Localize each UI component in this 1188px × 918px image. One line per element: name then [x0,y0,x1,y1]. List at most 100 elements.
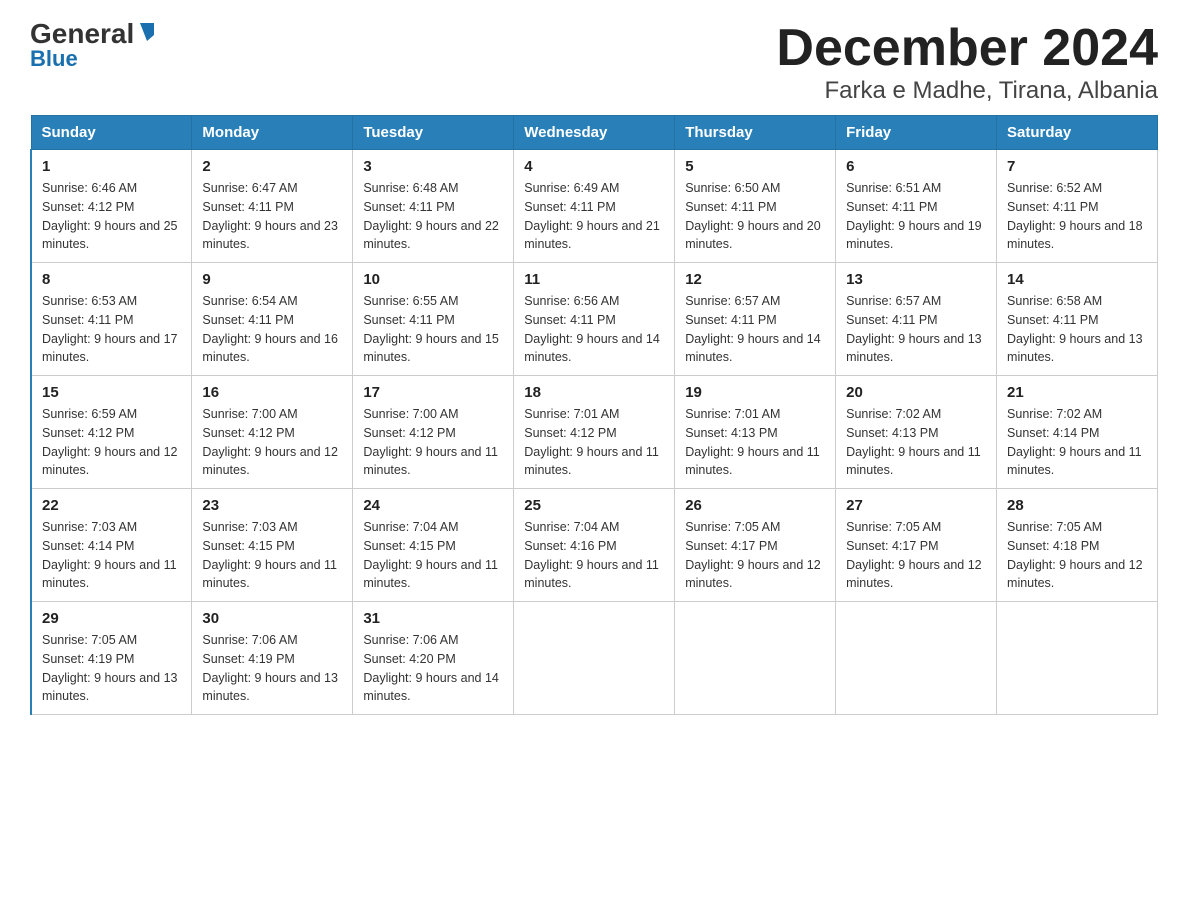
calendar-week-row: 1 Sunrise: 6:46 AM Sunset: 4:12 PM Dayli… [31,150,1158,263]
day-number: 21 [1007,384,1147,401]
day-info: Sunrise: 6:51 AM Sunset: 4:11 PM Dayligh… [846,179,986,254]
header-friday: Friday [836,116,997,150]
day-info: Sunrise: 6:57 AM Sunset: 4:11 PM Dayligh… [846,292,986,367]
day-number: 11 [524,271,664,288]
day-number: 28 [1007,497,1147,514]
day-info: Sunrise: 7:04 AM Sunset: 4:15 PM Dayligh… [363,518,503,593]
calendar-cell: 8 Sunrise: 6:53 AM Sunset: 4:11 PM Dayli… [31,263,192,376]
day-number: 3 [363,158,503,175]
calendar-cell: 11 Sunrise: 6:56 AM Sunset: 4:11 PM Dayl… [514,263,675,376]
calendar-cell: 22 Sunrise: 7:03 AM Sunset: 4:14 PM Dayl… [31,489,192,602]
day-number: 26 [685,497,825,514]
day-number: 7 [1007,158,1147,175]
day-number: 6 [846,158,986,175]
calendar-cell: 21 Sunrise: 7:02 AM Sunset: 4:14 PM Dayl… [997,376,1158,489]
calendar-cell: 2 Sunrise: 6:47 AM Sunset: 4:11 PM Dayli… [192,150,353,263]
calendar-cell: 19 Sunrise: 7:01 AM Sunset: 4:13 PM Dayl… [675,376,836,489]
day-info: Sunrise: 6:55 AM Sunset: 4:11 PM Dayligh… [363,292,503,367]
calendar-cell: 24 Sunrise: 7:04 AM Sunset: 4:15 PM Dayl… [353,489,514,602]
day-number: 24 [363,497,503,514]
day-info: Sunrise: 7:02 AM Sunset: 4:13 PM Dayligh… [846,405,986,480]
day-number: 1 [42,158,181,175]
day-info: Sunrise: 7:00 AM Sunset: 4:12 PM Dayligh… [202,405,342,480]
day-number: 15 [42,384,181,401]
day-info: Sunrise: 6:52 AM Sunset: 4:11 PM Dayligh… [1007,179,1147,254]
day-info: Sunrise: 7:02 AM Sunset: 4:14 PM Dayligh… [1007,405,1147,480]
header-saturday: Saturday [997,116,1158,150]
header-wednesday: Wednesday [514,116,675,150]
day-number: 18 [524,384,664,401]
day-number: 12 [685,271,825,288]
day-info: Sunrise: 7:06 AM Sunset: 4:19 PM Dayligh… [202,631,342,706]
calendar-cell: 31 Sunrise: 7:06 AM Sunset: 4:20 PM Dayl… [353,602,514,715]
day-number: 23 [202,497,342,514]
calendar-cell: 17 Sunrise: 7:00 AM Sunset: 4:12 PM Dayl… [353,376,514,489]
header-monday: Monday [192,116,353,150]
day-info: Sunrise: 7:06 AM Sunset: 4:20 PM Dayligh… [363,631,503,706]
day-info: Sunrise: 7:01 AM Sunset: 4:13 PM Dayligh… [685,405,825,480]
day-number: 2 [202,158,342,175]
header-thursday: Thursday [675,116,836,150]
day-info: Sunrise: 6:54 AM Sunset: 4:11 PM Dayligh… [202,292,342,367]
calendar-cell: 18 Sunrise: 7:01 AM Sunset: 4:12 PM Dayl… [514,376,675,489]
day-info: Sunrise: 6:59 AM Sunset: 4:12 PM Dayligh… [42,405,181,480]
calendar-cell: 10 Sunrise: 6:55 AM Sunset: 4:11 PM Dayl… [353,263,514,376]
calendar-subtitle: Farka e Madhe, Tirana, Albania [776,77,1158,105]
day-info: Sunrise: 7:05 AM Sunset: 4:17 PM Dayligh… [685,518,825,593]
day-info: Sunrise: 7:04 AM Sunset: 4:16 PM Dayligh… [524,518,664,593]
day-number: 10 [363,271,503,288]
day-info: Sunrise: 7:05 AM Sunset: 4:17 PM Dayligh… [846,518,986,593]
day-info: Sunrise: 6:57 AM Sunset: 4:11 PM Dayligh… [685,292,825,367]
day-number: 14 [1007,271,1147,288]
calendar-cell [997,602,1158,715]
header-sunday: Sunday [31,116,192,150]
calendar-cell: 13 Sunrise: 6:57 AM Sunset: 4:11 PM Dayl… [836,263,997,376]
logo: General Blue [30,20,158,72]
calendar-cell: 1 Sunrise: 6:46 AM Sunset: 4:12 PM Dayli… [31,150,192,263]
calendar-cell: 25 Sunrise: 7:04 AM Sunset: 4:16 PM Dayl… [514,489,675,602]
calendar-table: SundayMondayTuesdayWednesdayThursdayFrid… [30,115,1158,715]
day-info: Sunrise: 7:00 AM Sunset: 4:12 PM Dayligh… [363,405,503,480]
day-number: 19 [685,384,825,401]
day-number: 29 [42,610,181,627]
day-info: Sunrise: 7:03 AM Sunset: 4:14 PM Dayligh… [42,518,181,593]
day-info: Sunrise: 6:58 AM Sunset: 4:11 PM Dayligh… [1007,292,1147,367]
day-number: 17 [363,384,503,401]
day-number: 4 [524,158,664,175]
calendar-cell [514,602,675,715]
day-info: Sunrise: 6:50 AM Sunset: 4:11 PM Dayligh… [685,179,825,254]
header: General Blue December 2024 Farka e Madhe… [30,20,1158,105]
calendar-cell: 4 Sunrise: 6:49 AM Sunset: 4:11 PM Dayli… [514,150,675,263]
calendar-cell: 15 Sunrise: 6:59 AM Sunset: 4:12 PM Dayl… [31,376,192,489]
day-number: 27 [846,497,986,514]
title-block: December 2024 Farka e Madhe, Tirana, Alb… [776,20,1158,105]
calendar-cell: 16 Sunrise: 7:00 AM Sunset: 4:12 PM Dayl… [192,376,353,489]
logo-blue: Blue [30,46,78,72]
day-info: Sunrise: 7:05 AM Sunset: 4:19 PM Dayligh… [42,631,181,706]
calendar-cell: 23 Sunrise: 7:03 AM Sunset: 4:15 PM Dayl… [192,489,353,602]
day-number: 20 [846,384,986,401]
day-info: Sunrise: 6:46 AM Sunset: 4:12 PM Dayligh… [42,179,181,254]
calendar-week-row: 22 Sunrise: 7:03 AM Sunset: 4:14 PM Dayl… [31,489,1158,602]
day-number: 30 [202,610,342,627]
calendar-cell: 30 Sunrise: 7:06 AM Sunset: 4:19 PM Dayl… [192,602,353,715]
day-number: 31 [363,610,503,627]
calendar-cell [675,602,836,715]
calendar-week-row: 15 Sunrise: 6:59 AM Sunset: 4:12 PM Dayl… [31,376,1158,489]
day-info: Sunrise: 6:48 AM Sunset: 4:11 PM Dayligh… [363,179,503,254]
calendar-cell: 20 Sunrise: 7:02 AM Sunset: 4:13 PM Dayl… [836,376,997,489]
calendar-cell: 28 Sunrise: 7:05 AM Sunset: 4:18 PM Dayl… [997,489,1158,602]
day-info: Sunrise: 6:49 AM Sunset: 4:11 PM Dayligh… [524,179,664,254]
calendar-cell: 5 Sunrise: 6:50 AM Sunset: 4:11 PM Dayli… [675,150,836,263]
logo-general: General [30,20,134,48]
calendar-cell: 26 Sunrise: 7:05 AM Sunset: 4:17 PM Dayl… [675,489,836,602]
calendar-cell: 3 Sunrise: 6:48 AM Sunset: 4:11 PM Dayli… [353,150,514,263]
header-tuesday: Tuesday [353,116,514,150]
calendar-title: December 2024 [776,20,1158,77]
day-info: Sunrise: 6:53 AM Sunset: 4:11 PM Dayligh… [42,292,181,367]
calendar-cell [836,602,997,715]
day-info: Sunrise: 7:05 AM Sunset: 4:18 PM Dayligh… [1007,518,1147,593]
calendar-cell: 29 Sunrise: 7:05 AM Sunset: 4:19 PM Dayl… [31,602,192,715]
day-info: Sunrise: 6:56 AM Sunset: 4:11 PM Dayligh… [524,292,664,367]
day-info: Sunrise: 6:47 AM Sunset: 4:11 PM Dayligh… [202,179,342,254]
